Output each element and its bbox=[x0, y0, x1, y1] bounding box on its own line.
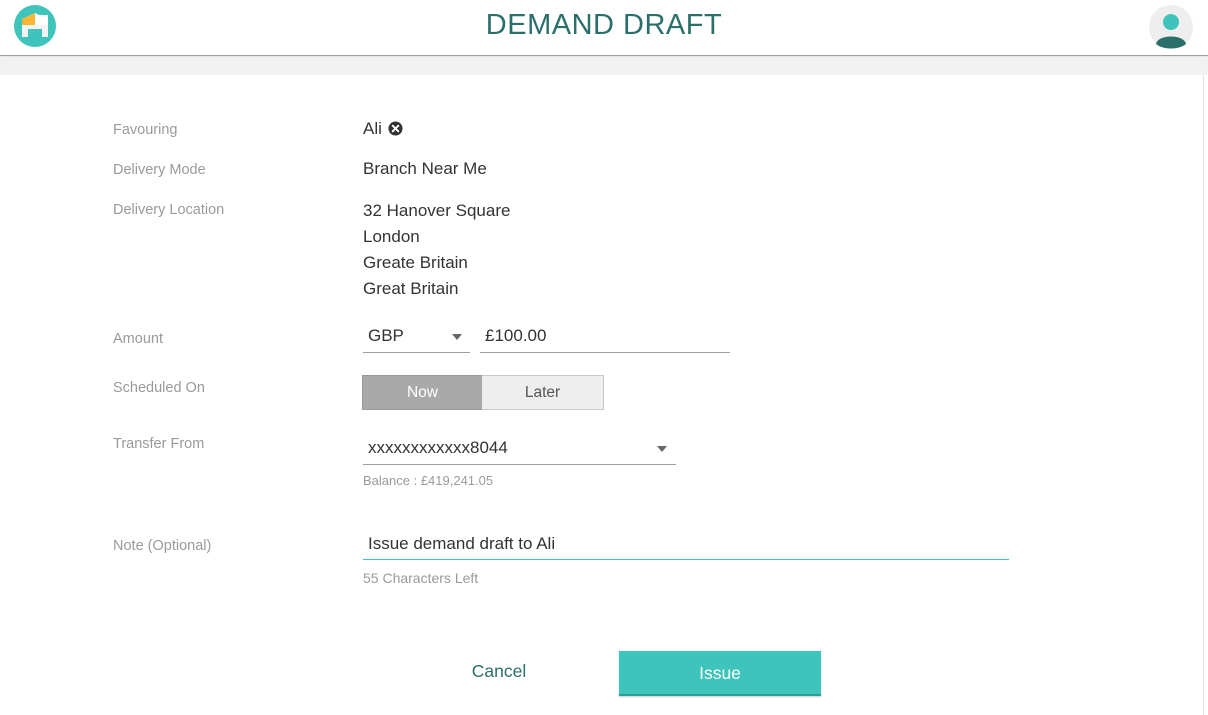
issue-button[interactable]: Issue bbox=[619, 651, 821, 696]
cancel-button[interactable]: Cancel bbox=[449, 661, 549, 687]
account-value: xxxxxxxxxxxx8044 bbox=[368, 438, 508, 457]
balance-text: Balance : £419,241.05 bbox=[363, 473, 494, 488]
address-line-4: Great Britain bbox=[363, 279, 459, 298]
header-spacer bbox=[0, 57, 1208, 75]
delivery-mode-label: Delivery Mode bbox=[113, 162, 206, 178]
close-circle-icon[interactable] bbox=[388, 121, 403, 136]
chevron-down-icon bbox=[657, 446, 667, 452]
note-value: Issue demand draft to Ali bbox=[368, 534, 556, 553]
account-select[interactable]: xxxxxxxxxxxx8044 bbox=[363, 434, 676, 465]
amount-input[interactable]: £100.00 bbox=[480, 322, 730, 353]
delivery-location-label: Delivery Location bbox=[113, 202, 225, 218]
schedule-later-button[interactable]: Later bbox=[482, 375, 604, 410]
amount-label: Amount bbox=[113, 331, 163, 347]
note-label: Note (Optional) bbox=[113, 538, 212, 554]
currency-value: GBP bbox=[368, 326, 404, 345]
page-title: DEMAND DRAFT bbox=[485, 9, 723, 41]
user-avatar-icon[interactable] bbox=[1149, 5, 1193, 49]
address-line-1: 32 Hanover Square bbox=[363, 201, 511, 220]
note-input[interactable]: Issue demand draft to Ali bbox=[363, 529, 1009, 560]
amount-value: £100.00 bbox=[485, 326, 547, 345]
chevron-down-icon bbox=[452, 334, 462, 340]
favouring-value: Ali bbox=[363, 119, 382, 138]
schedule-now-button[interactable]: Now bbox=[362, 375, 483, 410]
favouring-label: Favouring bbox=[113, 122, 178, 138]
app-header: DEMAND DRAFT bbox=[0, 0, 1208, 56]
scheduled-on-label: Scheduled On bbox=[113, 380, 205, 396]
transfer-from-label: Transfer From bbox=[113, 436, 205, 452]
currency-select[interactable]: GBP bbox=[363, 322, 470, 353]
address-line-3: Greate Britain bbox=[363, 253, 468, 272]
delivery-mode-value: Branch Near Me bbox=[363, 159, 487, 178]
characters-left-text: 55 Characters Left bbox=[363, 570, 479, 586]
address-line-2: London bbox=[363, 227, 420, 246]
